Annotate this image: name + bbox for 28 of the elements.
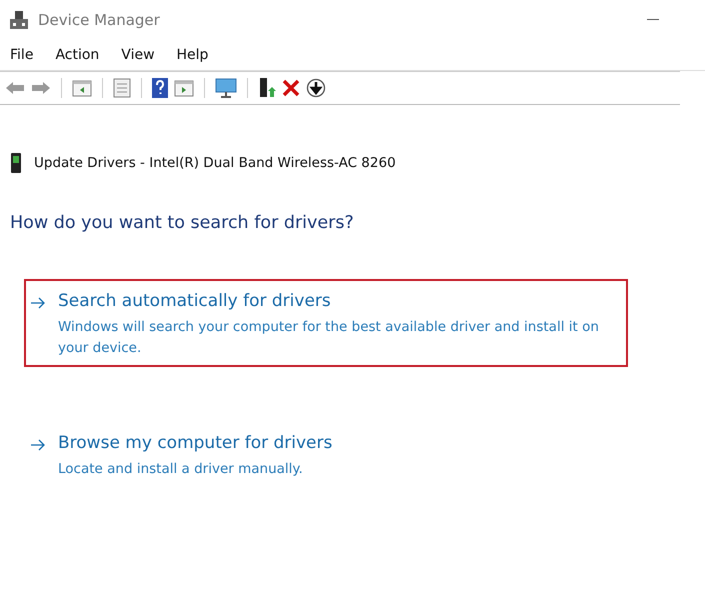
forward-arrow-icon[interactable] (31, 80, 51, 96)
back-arrow-icon[interactable] (5, 80, 25, 96)
monitor-icon[interactable] (215, 78, 237, 98)
window-title: Device Manager (38, 11, 160, 29)
window-pane-icon[interactable] (72, 79, 92, 97)
arrow-icon (30, 297, 46, 309)
update-driver-icon[interactable] (258, 77, 276, 99)
window-pane-icon[interactable] (174, 79, 194, 97)
properties-icon[interactable] (113, 78, 131, 98)
arrow-icon (30, 439, 46, 451)
highlighted-option[interactable]: Search automatically for drivers Windows will search your computer for the best available driver and install it on your device. (24, 279, 628, 367)
question-heading: How do you want to search for drivers? (10, 213, 355, 233)
close-icon[interactable] (282, 79, 300, 97)
option-description: Windows will search your computer for the best available driver and install it on your device. (58, 318, 600, 358)
option-title: Browse my computer for drivers (58, 433, 332, 453)
menu-item[interactable]: File (10, 47, 34, 63)
menu-item[interactable]: Help (176, 47, 208, 63)
menu-item[interactable]: Action (55, 47, 100, 63)
dialog-title: Update Drivers - Intel(R) Dual Band Wireless-AC 8260 (34, 155, 396, 171)
option-description: Locate and install a driver manually. (58, 460, 304, 479)
network-adapter-icon (10, 153, 22, 173)
menu-item[interactable]: View (121, 47, 155, 63)
minimize-icon[interactable] (647, 19, 659, 21)
device-manager-icon (8, 10, 30, 30)
download-circle-icon[interactable] (306, 78, 326, 98)
option-title: Search automatically for drivers (58, 291, 332, 311)
option[interactable]: Browse my computer for drivers Locate and install a driver manually. (24, 421, 628, 488)
help-icon[interactable] (152, 78, 168, 98)
